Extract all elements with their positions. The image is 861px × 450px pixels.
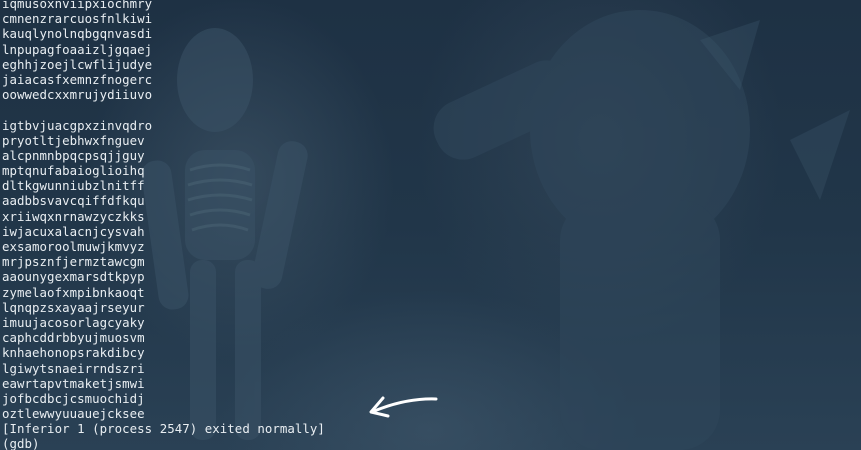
- output-line: lgiwytsnaeirrndszri: [2, 360, 145, 376]
- output-line: imuujacosorlagcyaky: [2, 314, 145, 330]
- output-line: mrjpsznfjermztawcgm: [2, 254, 145, 270]
- output-line: lnpupagfoaaizljgqaej: [2, 41, 153, 57]
- terminal-output: iqmusoxnviipxiochmry cmnenzrarcuosfnlkiwi…: [2, 0, 325, 450]
- output-line: iwjacuxalacnjcysvah: [2, 223, 145, 239]
- output-line: zymelaofxmpibnkaoqt: [2, 284, 145, 300]
- output-line: oztlewwyuuauejcksee: [2, 406, 145, 422]
- output-line: iqmusoxnviipxiochmry: [2, 0, 153, 11]
- output-line: pryotltjebhwxfnguev: [2, 132, 145, 148]
- output-line: aaounygexmarsdtkpyp: [2, 269, 145, 285]
- gdb-prompt[interactable]: (gdb): [2, 436, 325, 450]
- output-line: caphcddrbbyujmuosvm: [2, 330, 145, 346]
- output-line: jofbcdbcjcsmuochidj: [2, 390, 145, 406]
- output-line: xriiwqxnrnawzyczkks: [2, 208, 145, 224]
- output-line: eawrtapvtmaketjsmwi: [2, 375, 145, 391]
- output-line: alcpnmnbpqcpsqjjguy: [2, 147, 145, 163]
- output-line: oowwedcxxmrujydiiuvo: [2, 87, 153, 103]
- output-line: kauqlynolnqbgqnvasdi: [2, 26, 153, 42]
- terminal-window[interactable]: iqmusoxnviipxiochmry cmnenzrarcuosfnlkiwi…: [0, 0, 861, 450]
- output-line: mptqnufabaioglioihq: [2, 163, 145, 179]
- output-line: knhaehonopsrakdibcy: [2, 345, 145, 361]
- output-line: eghhjzoejlcwflijudye: [2, 56, 153, 72]
- exit-message: [Inferior 1 (process 2547) exited normal…: [2, 421, 325, 437]
- output-line: exsamoroolmuwjkmvyz: [2, 239, 145, 254]
- output-line: dltkgwunniubzlnitff: [2, 178, 145, 194]
- output-line: cmnenzrarcuosfnlkiwi: [2, 11, 153, 27]
- output-line: aadbbsvavcqiffdfkqu: [2, 193, 145, 209]
- output-line: lqnqpzsxayaajrseyur: [2, 299, 145, 315]
- output-line: igtbvjuacgpxzinvqdro: [2, 117, 153, 133]
- output-line: jaiacasfxemnzfnogerc: [2, 71, 153, 87]
